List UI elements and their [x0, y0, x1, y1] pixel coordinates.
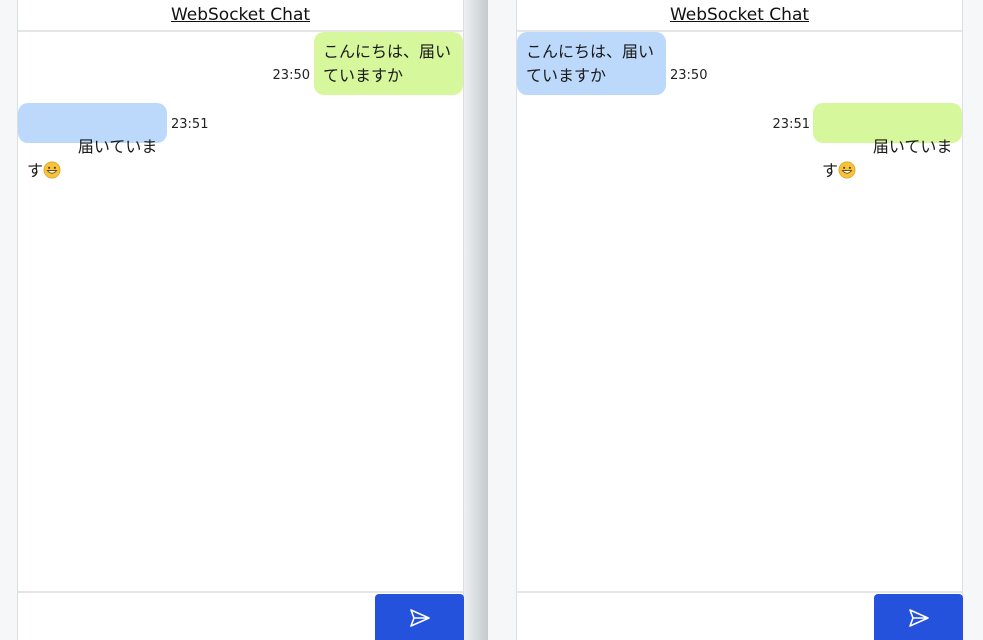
chat-window-left: WebSocket Chat 23:50 こんにちは、届い ていますか 届いてい… — [17, 0, 464, 640]
message-row-sent: 23:51 届いています — [772, 103, 962, 180]
chat-header: WebSocket Chat — [18, 0, 463, 32]
message-bubble-sent: こんにちは、届い ていますか — [314, 32, 463, 95]
chat-title[interactable]: WebSocket Chat — [171, 5, 310, 25]
grinning-face-icon — [838, 161, 856, 179]
message-input[interactable] — [18, 593, 375, 640]
message-row-received: 届いています 23:51 — [18, 103, 209, 180]
send-icon — [409, 609, 430, 627]
chat-header: WebSocket Chat — [517, 0, 962, 32]
message-bubble-sent: 届いています — [813, 103, 962, 180]
message-bubble-received: 届いています — [18, 103, 167, 180]
screen: WebSocket Chat 23:50 こんにちは、届い ていますか 届いてい… — [0, 0, 983, 640]
window-gap — [488, 0, 516, 640]
message-row-sent: 23:50 こんにちは、届い ていますか — [273, 32, 463, 95]
composer — [18, 591, 464, 640]
send-button[interactable] — [874, 594, 963, 640]
message-row-received: こんにちは、届い ていますか 23:50 — [517, 32, 707, 95]
grinning-face-icon — [43, 161, 61, 179]
chat-window-right: WebSocket Chat こんにちは、届い ていますか 23:50 23:5… — [516, 0, 963, 640]
message-time: 23:51 — [171, 117, 209, 132]
message-input[interactable] — [517, 593, 874, 640]
message-list: 23:50 こんにちは、届い ていますか 届いています 23:51 — [18, 32, 463, 591]
message-list: こんにちは、届い ていますか 23:50 23:51 届いています — [517, 32, 962, 591]
composer — [517, 591, 963, 640]
message-time: 23:50 — [272, 68, 310, 83]
message-bubble-received: こんにちは、届い ていますか — [517, 32, 666, 95]
window-divider — [464, 0, 488, 640]
message-time: 23:51 — [772, 117, 810, 132]
chat-title[interactable]: WebSocket Chat — [670, 5, 809, 25]
message-time: 23:50 — [670, 68, 708, 83]
send-icon — [908, 609, 929, 627]
send-button[interactable] — [375, 594, 464, 640]
